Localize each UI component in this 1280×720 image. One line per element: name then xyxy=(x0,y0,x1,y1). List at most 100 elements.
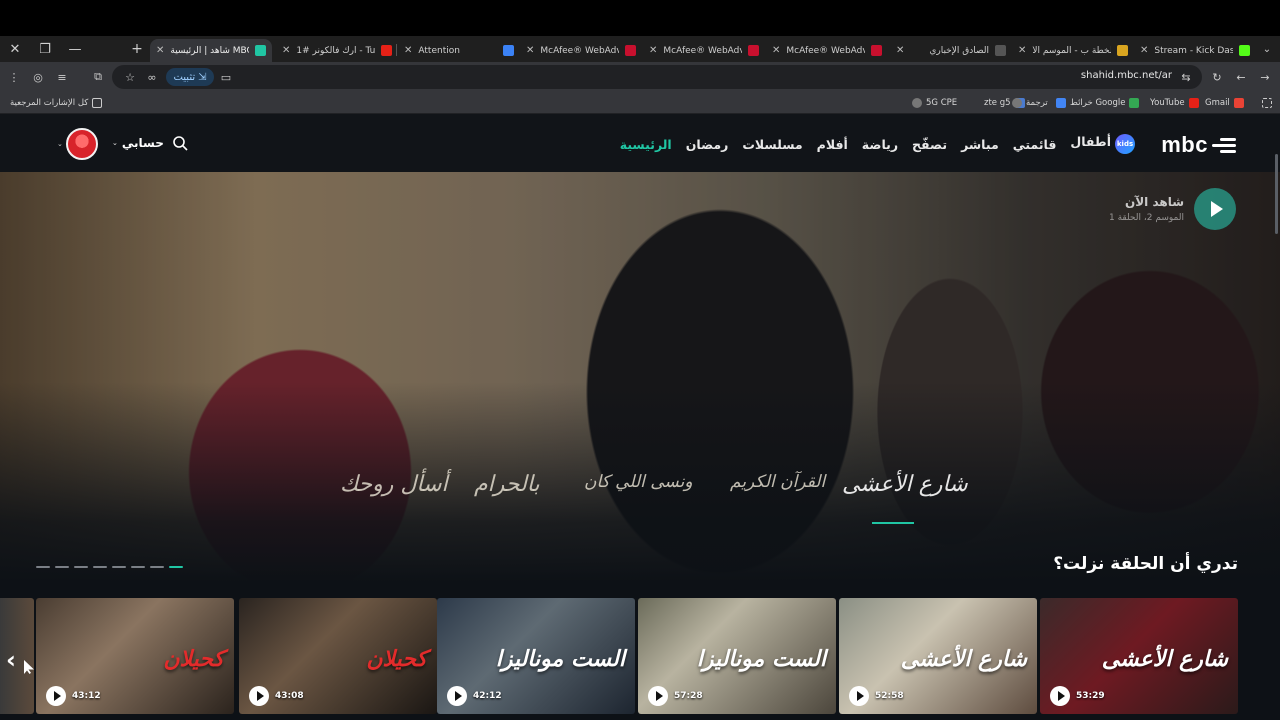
page-scrollbar[interactable] xyxy=(1275,154,1278,234)
show-logo-5[interactable]: أسأل روحك xyxy=(340,472,448,497)
show-logo-3[interactable]: ونسى اللي كان xyxy=(584,472,693,492)
menu-item-browse[interactable]: تصفّح xyxy=(912,137,947,152)
url-text[interactable]: shahid.mbc.net/ar xyxy=(1081,70,1172,81)
play-icon[interactable] xyxy=(249,686,269,706)
reload-icon[interactable]: ↻ xyxy=(1209,69,1225,85)
site-header: mbc الرئيسية رمضان مسلسلات أفلام رياضة ت… xyxy=(0,114,1280,172)
menu-item-series[interactable]: مسلسلات xyxy=(742,137,802,152)
tab-mcafee-1[interactable]: ✕ McAfee® WebAdvisor xyxy=(520,39,642,62)
episode-card[interactable]: الست موناليزا 42:12 xyxy=(437,598,635,714)
carousel-dots xyxy=(36,566,183,568)
all-bookmarks-label: كل الإشارات المرجعية xyxy=(10,98,89,108)
close-tab-icon[interactable]: ✕ xyxy=(649,45,657,56)
show-logos-strip: شارع الأعشى القرآن الكريم ونسى اللي كان … xyxy=(330,472,968,532)
menu-item-ramadan[interactable]: رمضان xyxy=(686,137,729,152)
bookmark-gmail[interactable]: Gmail xyxy=(1205,96,1244,110)
extensions-icon[interactable]: ⧉ xyxy=(90,69,106,85)
address-bar[interactable]: ☆ ∞ تثبيت ⇲ ▭ shahid.mbc.net/ar ⇆ xyxy=(112,65,1202,89)
tab-attention[interactable]: ✕ Attention xyxy=(398,39,520,62)
carousel-dot[interactable] xyxy=(150,566,164,568)
tab-news[interactable]: ✕ الصادق الإخباري xyxy=(890,39,1012,62)
reading-list-icon[interactable]: ≡ xyxy=(54,69,70,85)
new-tab-button[interactable]: + xyxy=(128,39,146,59)
carousel-dot[interactable] xyxy=(93,566,107,568)
play-icon[interactable] xyxy=(1050,686,1070,706)
play-icon[interactable] xyxy=(648,686,668,706)
link-icon[interactable]: ∞ xyxy=(144,69,160,85)
episode-card[interactable]: كحيلان 43:08 xyxy=(239,598,437,714)
tab-shahid[interactable]: ✕ شاهد | الرئيسية MBC xyxy=(150,39,272,62)
tab-youtube-video[interactable]: ✕ أرك فالكونر #1 - Tube xyxy=(276,39,398,62)
minimize-window-icon[interactable]: — xyxy=(60,36,90,62)
hero-banner[interactable]: شاهد الآن الموسم 2، الحلقة 1 شارع الأعشى… xyxy=(0,172,1280,582)
apps-grid-icon[interactable] xyxy=(1262,96,1272,110)
avatar[interactable] xyxy=(66,128,98,160)
episode-title: الست موناليزا xyxy=(696,646,826,672)
close-tab-icon[interactable]: ✕ xyxy=(896,45,904,56)
carousel-dot[interactable] xyxy=(74,566,88,568)
avatar-chevron-icon[interactable]: ⌄ xyxy=(57,140,63,148)
install-app-button[interactable]: تثبيت ⇲ xyxy=(166,68,214,86)
episode-card[interactable]: شارع الأعشى 53:29 xyxy=(1040,598,1238,714)
bookmark-star-icon[interactable]: ☆ xyxy=(122,69,138,85)
episode-card[interactable]: الست موناليزا 57:28 xyxy=(638,598,836,714)
show-logo-1[interactable]: شارع الأعشى xyxy=(842,472,968,497)
selected-show-indicator xyxy=(872,522,914,524)
episode-card[interactable]: كحيلان 43:12 xyxy=(36,598,234,714)
account-menu[interactable]: حسابي ⌄ xyxy=(112,136,164,150)
menu-item-home[interactable]: الرئيسية xyxy=(620,137,672,152)
episode-card[interactable]: شارع الأعشى 52:58 xyxy=(839,598,1037,714)
show-logo-4[interactable]: بالحرام xyxy=(474,472,540,497)
folder-icon xyxy=(92,98,103,108)
cast-icon[interactable]: ▭ xyxy=(218,69,234,85)
tab-plan-b[interactable]: ✕ الخطة ب - الموسم الأ xyxy=(1012,39,1134,62)
close-tab-icon[interactable]: ✕ xyxy=(1018,45,1026,56)
close-tab-icon[interactable]: ✕ xyxy=(1140,45,1148,56)
carousel-dot[interactable] xyxy=(131,566,145,568)
close-tab-icon[interactable]: ✕ xyxy=(526,45,534,56)
menu-item-my-list[interactable]: قائمتي xyxy=(1013,137,1057,152)
close-tab-icon[interactable]: ✕ xyxy=(404,45,412,56)
menu-item-live[interactable]: مباشر xyxy=(961,137,999,152)
play-icon[interactable] xyxy=(46,686,66,706)
youtube-favicon-icon xyxy=(381,45,392,56)
watch-now-button[interactable]: شاهد الآن الموسم 2، الحلقة 1 xyxy=(1109,188,1236,230)
bookmark-google-maps[interactable]: خرائط Google xyxy=(1056,96,1140,110)
mbc-logo[interactable]: mbc xyxy=(1161,132,1236,158)
profile-icon[interactable]: ◎ xyxy=(30,69,46,85)
forward-arrow-icon[interactable]: → xyxy=(1257,69,1273,85)
bookmark-5g-cpe[interactable]: 5G CPE xyxy=(912,96,957,110)
play-icon[interactable] xyxy=(447,686,467,706)
all-bookmarks-button[interactable]: كل الإشارات المرجعية xyxy=(10,96,103,110)
carousel-dot-active[interactable] xyxy=(169,566,183,568)
tab-search-chevron-icon[interactable]: ⌄ xyxy=(1258,40,1276,58)
back-arrow-icon[interactable]: ← xyxy=(1233,69,1249,85)
search-icon[interactable] xyxy=(172,135,188,151)
kebab-menu-icon[interactable]: ⋮ xyxy=(6,69,22,85)
menu-item-sports[interactable]: رياضة xyxy=(862,137,898,152)
show-logo-2[interactable]: القرآن الكريم xyxy=(730,472,825,492)
close-tab-icon[interactable]: ✕ xyxy=(772,45,780,56)
tab-title: Attention xyxy=(418,45,460,56)
site-settings-icon[interactable]: ⇆ xyxy=(1178,69,1194,85)
play-icon[interactable] xyxy=(849,686,869,706)
close-window-icon[interactable]: ✕ xyxy=(0,36,30,62)
menu-item-movies[interactable]: أفلام xyxy=(817,137,848,152)
carousel-dot[interactable] xyxy=(55,566,69,568)
tab-mcafee-3[interactable]: ✕ McAfee® WebAdvisor xyxy=(766,39,888,62)
account-label: حسابي xyxy=(121,136,164,150)
menu-item-kids[interactable]: kids أطفال xyxy=(1070,134,1135,154)
bookmark-youtube[interactable]: YouTube xyxy=(1150,96,1199,110)
close-tab-icon[interactable]: ✕ xyxy=(282,45,290,56)
episode-duration: 57:28 xyxy=(674,691,703,701)
carousel-prev-chevron-icon[interactable]: ‹ xyxy=(6,646,16,674)
tab-kick[interactable]: ✕ Stream - Kick Dashboard xyxy=(1134,39,1256,62)
close-tab-icon[interactable]: ✕ xyxy=(156,45,164,56)
globe-icon xyxy=(912,98,922,108)
tab-mcafee-2[interactable]: ✕ McAfee® WebAdvisor xyxy=(643,39,765,62)
restore-window-icon[interactable]: ❐ xyxy=(30,36,60,62)
carousel-dot[interactable] xyxy=(36,566,50,568)
bookmark-translate[interactable]: ترجمة xyxy=(1012,96,1048,110)
episode-title: شارع الأعشى xyxy=(1101,646,1228,672)
carousel-dot[interactable] xyxy=(112,566,126,568)
